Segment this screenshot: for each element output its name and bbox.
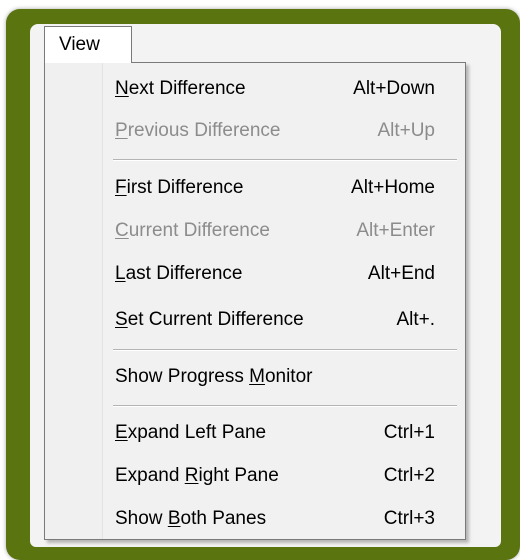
menu-item-label: Previous Difference: [115, 120, 281, 141]
menu-item-expand-right-pane[interactable]: Expand Right Pane Ctrl+2: [45, 456, 465, 496]
menu-item-shortcut: Ctrl+1: [383, 422, 435, 443]
menu-item-shortcut: Ctrl+3: [383, 508, 435, 529]
menu-item-label: Set Current Difference: [115, 309, 304, 330]
menu-separator: [113, 405, 457, 407]
menu-item-first-difference[interactable]: First Difference Alt+Home: [45, 168, 465, 208]
menu-item-previous-difference[interactable]: Previous Difference Alt+Up: [45, 111, 465, 151]
menu-item-label: First Difference: [115, 177, 244, 198]
menu-item-label: Show Both Panes: [115, 508, 267, 529]
menu-view[interactable]: View: [44, 26, 132, 63]
menu-item-shortcut: Alt+Home: [351, 177, 435, 198]
menu-item-label: Show Progress Monitor: [115, 366, 313, 387]
menu-item-shortcut: Alt+.: [396, 309, 435, 330]
menu-item-set-current-difference[interactable]: Set Current Difference Alt+.: [45, 300, 465, 340]
menu-item-show-both-panes[interactable]: Show Both Panes Ctrl+3: [45, 499, 465, 539]
menu-item-show-progress-monitor[interactable]: Show Progress Monitor: [45, 357, 465, 397]
menu-item-label: Next Difference: [115, 78, 246, 99]
menu-item-shortcut: Alt+End: [367, 263, 435, 284]
menu-item-label: Last Difference: [115, 263, 243, 284]
menu-item-current-difference[interactable]: Current Difference Alt+Enter: [45, 211, 465, 251]
menu-item-shortcut: Ctrl+2: [383, 465, 435, 486]
menu-view-label: View: [59, 34, 100, 55]
menu-separator: [113, 349, 457, 351]
menu-item-next-difference[interactable]: Next Difference Alt+Down: [45, 69, 465, 109]
menu-item-last-difference[interactable]: Last Difference Alt+End: [45, 254, 465, 294]
menu-item-label: Current Difference: [115, 220, 270, 241]
view-dropdown-menu: Next Difference Alt+Down Previous Differ…: [44, 62, 466, 540]
menu-item-expand-left-pane[interactable]: Expand Left Pane Ctrl+1: [45, 413, 465, 453]
menu-item-shortcut: Alt+Down: [353, 78, 435, 99]
menu-item-shortcut: Alt+Up: [377, 120, 435, 141]
menu-item-label: Expand Right Pane: [115, 465, 279, 486]
menu-separator: [113, 159, 457, 161]
menu-item-label: Expand Left Pane: [115, 422, 267, 443]
menu-item-shortcut: Alt+Enter: [356, 220, 435, 241]
